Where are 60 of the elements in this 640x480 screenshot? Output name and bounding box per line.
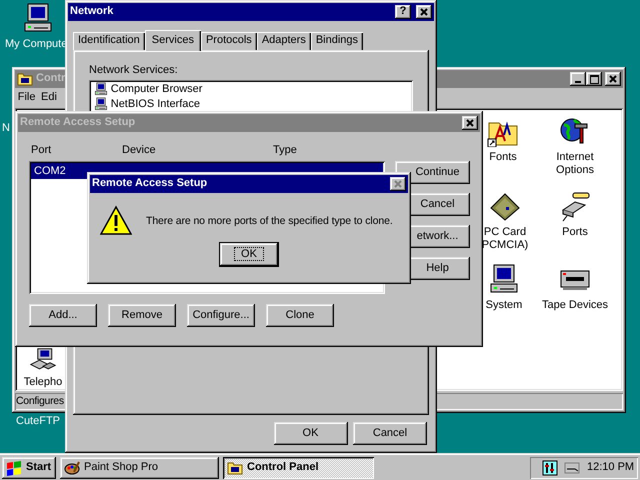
computer-icon[interactable]: [488, 263, 520, 295]
window-title: Network: [70, 5, 114, 19]
list-item[interactable]: Computer Browser: [110, 82, 202, 96]
dialog-button[interactable]: Clone: [266, 304, 334, 328]
tab[interactable]: Services: [144, 30, 201, 51]
folder-icon: [227, 460, 243, 476]
maximize-button[interactable]: [586, 72, 602, 86]
tab[interactable]: Identification: [73, 32, 145, 50]
warning-icon: [100, 205, 132, 237]
column-header: Type: [273, 144, 297, 156]
icon-label[interactable]: System: [486, 299, 522, 312]
dialog-button[interactable]: OK: [274, 422, 348, 445]
icon-label[interactable]: Ports: [562, 226, 588, 239]
icon-label[interactable]: CuteFTP: [16, 415, 60, 428]
tab[interactable]: Adapters: [256, 32, 311, 50]
menu-item[interactable]: Edi: [40, 91, 57, 105]
status-text: Configures: [16, 395, 64, 408]
close-icon: [419, 7, 429, 17]
windows-flag-icon: [6, 460, 22, 476]
tab[interactable]: Bindings: [310, 32, 364, 50]
help-button[interactable]: ?: [395, 5, 411, 19]
close-icon: [608, 74, 618, 84]
computer-icon: [94, 82, 108, 96]
start-button[interactable]: Start: [2, 457, 56, 479]
window-title: Contr: [36, 72, 66, 86]
close-button[interactable]: [462, 116, 478, 130]
ok-button[interactable]: OK: [220, 243, 278, 266]
table-cell: COM2: [34, 164, 66, 178]
icon-label[interactable]: Fonts: [489, 151, 517, 164]
computer-icon: [22, 2, 54, 34]
taskbar-button[interactable]: Control Panel: [223, 457, 374, 479]
close-icon: [393, 179, 403, 189]
dialog-button[interactable]: Configure...: [187, 304, 255, 328]
minimize-button[interactable]: [570, 72, 586, 86]
list-item[interactable]: NetBIOS Interface: [110, 98, 200, 112]
icon-label[interactable]: Internet Options: [556, 151, 594, 177]
clock: 12:10 PM: [587, 461, 634, 475]
maximize-icon: [590, 74, 599, 84]
icon-label[interactable]: PC Card PCMCIA): [482, 226, 528, 252]
tab[interactable]: Protocols: [200, 32, 257, 50]
column-header: Device: [122, 144, 156, 156]
dialog-button[interactable]: Add...: [29, 304, 97, 328]
close-button[interactable]: [605, 72, 621, 86]
window-title: Remote Access Setup: [20, 116, 136, 130]
icon-label[interactable]: Telepho: [24, 376, 62, 389]
column-header: Port: [31, 144, 52, 156]
dialog-button[interactable]: Cancel: [353, 422, 427, 445]
close-icon: [465, 118, 475, 128]
icon-label[interactable]: N: [2, 122, 10, 136]
palette-icon: [64, 460, 80, 476]
equalizer-icon: [542, 460, 558, 476]
taskbar-button[interactable]: Paint Shop Pro: [60, 457, 219, 479]
section-label: Network Services:: [89, 64, 179, 78]
icon-label[interactable]: Tape Devices: [542, 299, 608, 312]
close-button[interactable]: [416, 5, 432, 19]
folder-icon: [17, 71, 33, 87]
window-title: Remote Access Setup: [92, 177, 208, 191]
dialog-button[interactable]: Remove: [108, 304, 176, 328]
message-text: There are no more ports of the specified type to clone.: [146, 214, 393, 228]
menu-item[interactable]: File: [18, 91, 36, 105]
